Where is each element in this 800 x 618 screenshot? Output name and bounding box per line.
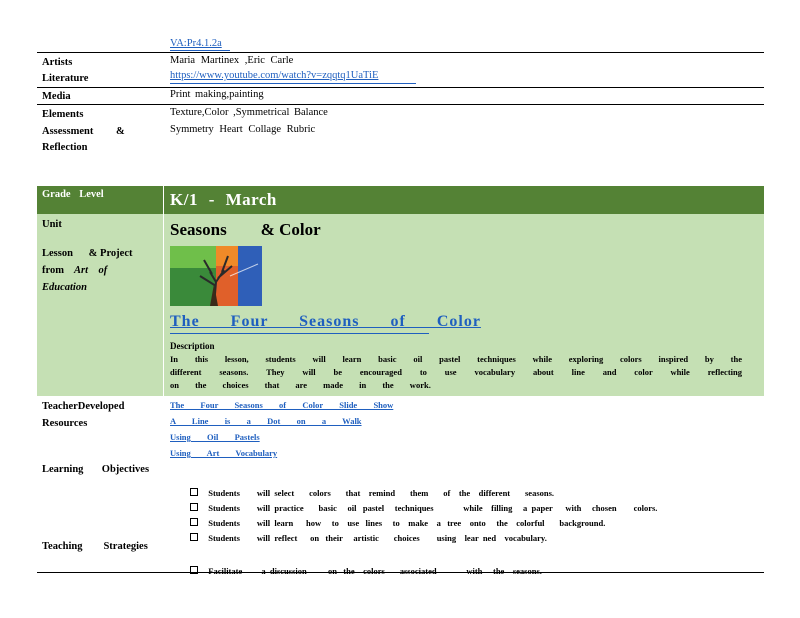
- assessment-label: Assessment: [42, 126, 94, 137]
- reflection-label: Reflection: [42, 142, 88, 153]
- resource-link-art-vocabulary[interactable]: Using Art Vocabulary: [170, 448, 277, 458]
- literature-label: Literature: [42, 73, 89, 84]
- divider: [37, 572, 764, 573]
- media-label: Media: [42, 91, 71, 102]
- artists-value: Maria Martinex ,Eric Carle: [170, 55, 294, 66]
- divider: [37, 87, 764, 88]
- description-heading: Description: [170, 341, 215, 351]
- grade-level-label: Grade Level: [42, 189, 104, 200]
- strategy-text: Facilitate a discussion on the colors as…: [208, 566, 542, 576]
- grade-level-value: K/1 - March: [170, 190, 277, 209]
- resource-link-oil-pastels[interactable]: Using Oil Pastels: [170, 432, 260, 442]
- resource-link-slide-show[interactable]: The Four Seasons of Color Slide Show: [170, 400, 393, 410]
- lesson-artwork-thumbnail: [170, 246, 262, 306]
- lesson-label-line-1: Lesson & Project: [42, 248, 133, 259]
- divider: [37, 52, 764, 53]
- unit-label: Unit: [42, 219, 62, 230]
- divider: [37, 104, 764, 105]
- assessment-value: Symmetry Heart Collage Rubric: [170, 124, 316, 135]
- standard-link-underline: [170, 50, 230, 51]
- lesson-label-line-2-from: from: [42, 265, 64, 276]
- elements-label: Elements: [42, 109, 84, 120]
- objective-text: Students will reflect on their artistic …: [208, 533, 547, 543]
- standard-link[interactable]: VA:Pr4.1.2a: [170, 38, 222, 49]
- lesson-label-line-3: Education: [42, 282, 87, 293]
- grade-level-band: [37, 186, 764, 214]
- resource-link-line-dot-walk[interactable]: A Line is a Dot on a Walk: [170, 416, 362, 426]
- artists-label: Artists: [42, 57, 73, 68]
- resources-label-line-2: Resources: [42, 418, 88, 429]
- resources-label-line-1: TeacherDeveloped: [42, 401, 125, 412]
- unit-title: Seasons & Color: [170, 220, 321, 239]
- lesson-title-link[interactable]: The Four Seasons of Color: [170, 313, 481, 331]
- checkbox-bullet-icon: [190, 533, 199, 541]
- assessment-ampersand: &: [116, 126, 125, 137]
- strategy-item: Facilitate a discussion on the colors as…: [186, 556, 542, 576]
- column-separator: [163, 186, 164, 396]
- lesson-title-underline: [170, 333, 429, 334]
- media-value: Print making,painting: [170, 89, 264, 100]
- objective-item: Students will reflect on their artistic …: [186, 523, 547, 543]
- literature-link[interactable]: https://www.youtube.com/watch?v=zqqtq1Ua…: [170, 70, 378, 81]
- lesson-label-line-2-art-of: Art of: [74, 265, 108, 276]
- description-text: In this lesson, students will learn basi…: [170, 354, 742, 390]
- elements-value: Texture,Color ,Symmetrical Balance: [170, 107, 328, 118]
- learning-objectives-label: Learning Objectives: [42, 464, 150, 475]
- teaching-strategies-label: Teaching Strategies: [42, 541, 148, 552]
- literature-link-underline: [170, 83, 416, 84]
